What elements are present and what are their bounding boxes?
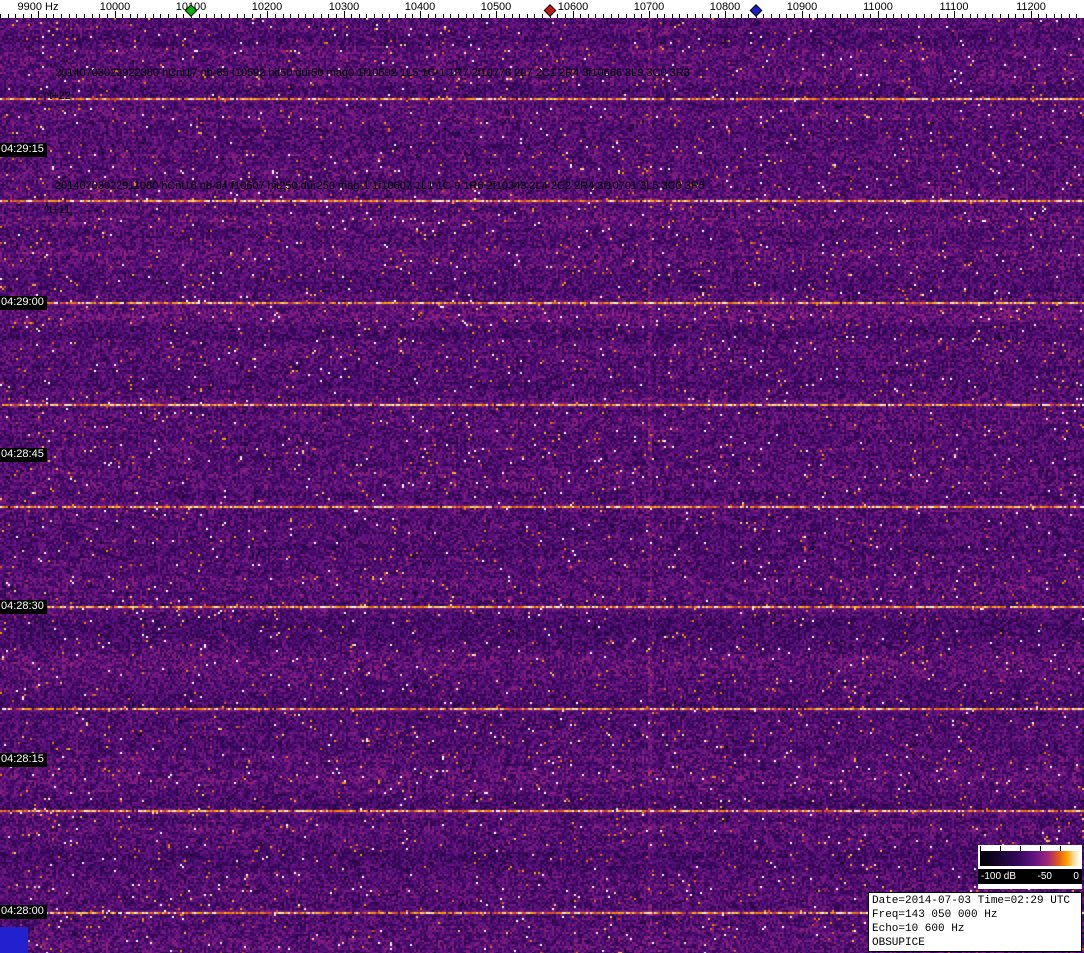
db-mid-label: -50 [1038,871,1052,882]
detection-annotation: 20140703022911080 hCnt16 nb-84 f10607 hi… [55,180,705,192]
ruler-frequency-label: 10400 [405,1,436,13]
spectrogram-area: -100 dB -50 0 Date=2014-07-03 Time=02:29… [0,18,1084,953]
ruler-frequency-label: 10900 [787,1,818,13]
detection-annotation: 20140703022922380 hCnt17 nb-85 f10592 hi… [55,67,690,79]
spectrogram-canvas[interactable] [0,18,1084,953]
ruler-frequency-label: 11100 [940,1,969,13]
frequency-ruler: 9900 Hz100001010010200103001040010500106… [0,0,1084,18]
db-max-label: 0 [1073,871,1079,882]
ruler-frequency-label: 10000 [100,1,131,13]
ruler-frequency-label: 10500 [481,1,512,13]
db-min-label: -100 dB [981,871,1016,882]
ruler-frequency-label: 10300 [329,1,360,13]
info-date-time: Date=2014-07-03 Time=02:29 UTC [872,894,1078,908]
ruler-frequency-label: 10200 [252,1,283,13]
db-color-scale: -100 dB -50 0 [978,845,1082,889]
red-diamond-marker[interactable] [544,4,557,17]
ruler-frequency-label: 10600 [558,1,589,13]
color-scale-gradient [980,851,1080,866]
observation-info-box: Date=2014-07-03 Time=02:29 UTC Freq=143 … [868,892,1082,952]
time-label: 04:29:15 [0,143,47,157]
ruler-frequency-label: 11000 [863,1,893,13]
time-label: 04:28:30 [0,600,47,614]
time-label: 04:29:00 [0,296,47,310]
detection-annotation: ^t+11 [44,204,70,216]
bottom-left-blue-marker [0,927,28,953]
blue-diamond-marker[interactable] [750,4,763,17]
ruler-frequency-label: 10800 [710,1,741,13]
info-echo-frequency: Echo=10 600 Hz [872,922,1078,936]
ruler-frequency-label: 10700 [634,1,665,13]
time-label: 04:28:00 [0,905,47,919]
meteor-spectrogram-screen: 9900 Hz100001010010200103001040010500106… [0,0,1084,953]
ruler-frequency-label: 11200 [1016,1,1046,13]
time-label: 04:28:15 [0,753,47,767]
detection-annotation: ^t+22 [44,90,71,102]
ruler-frequency-label: 9900 Hz [18,1,59,13]
info-station-name: OBSUPICE [872,936,1078,950]
color-scale-labels: -100 dB -50 0 [978,869,1082,884]
info-frequency: Freq=143 050 000 Hz [872,908,1078,922]
time-label: 04:28:45 [0,448,47,462]
